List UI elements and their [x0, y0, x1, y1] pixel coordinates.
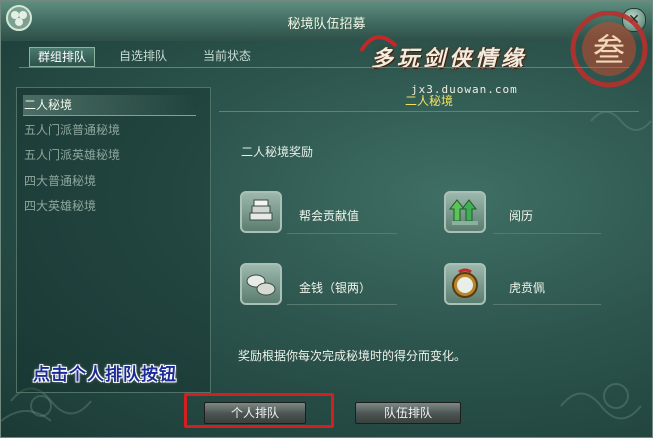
reward-underline	[493, 304, 601, 305]
reward-label-tiger-pendant: 虎贲佩	[509, 281, 546, 295]
green-arrows-icon	[444, 191, 486, 233]
tab-group-queue[interactable]: 群组排队	[29, 47, 96, 67]
tab-current-status[interactable]: 当前状态	[195, 47, 259, 65]
recruit-window: 秘境队伍招募 ✕ 叁 多玩剑侠情缘 jx3.duowan.com 群组排队 自选…	[0, 0, 653, 438]
reward-note: 奖励根据你每次完成秘境时的得分而变化。	[238, 349, 467, 363]
reward-label-guild-contribution: 帮会贡献值	[299, 209, 360, 223]
dungeon-item-four-normal[interactable]: 四大普通秘境	[24, 171, 96, 191]
reward-underline	[287, 304, 397, 305]
tab-bar: 群组排队 自选排队 当前状态	[19, 45, 629, 68]
reward-underline	[493, 233, 601, 234]
heading-divider	[219, 111, 639, 112]
reward-label-experience: 阅历	[509, 209, 534, 223]
silver-ingots-icon	[240, 263, 282, 305]
dungeon-item-five-hero[interactable]: 五人门派英雄秘境	[24, 145, 120, 165]
detail-heading: 二人秘境	[404, 94, 453, 108]
tab-self-select-queue[interactable]: 自选排队	[111, 47, 175, 65]
team-queue-button[interactable]: 队伍排队	[355, 402, 461, 424]
rewards-title: 二人秘境奖励	[241, 145, 314, 159]
dungeon-item-two-person[interactable]: 二人秘境	[23, 95, 196, 116]
dungeon-item-five-normal[interactable]: 五人门派普通秘境	[24, 120, 120, 140]
silver-bars-icon	[240, 191, 282, 233]
dungeon-item-four-hero[interactable]: 四大英雄秘境	[24, 196, 96, 216]
jade-medallion-icon	[444, 263, 486, 305]
reward-label-money: 金钱（银两）	[299, 281, 372, 295]
instruction-caption: 点击个人排队按钮	[33, 365, 177, 385]
dungeon-list-panel: 二人秘境 五人门派普通秘境 五人门派英雄秘境 四大普通秘境 四大英雄秘境	[16, 87, 211, 393]
reward-underline	[287, 233, 397, 234]
highlight-box	[184, 393, 334, 428]
